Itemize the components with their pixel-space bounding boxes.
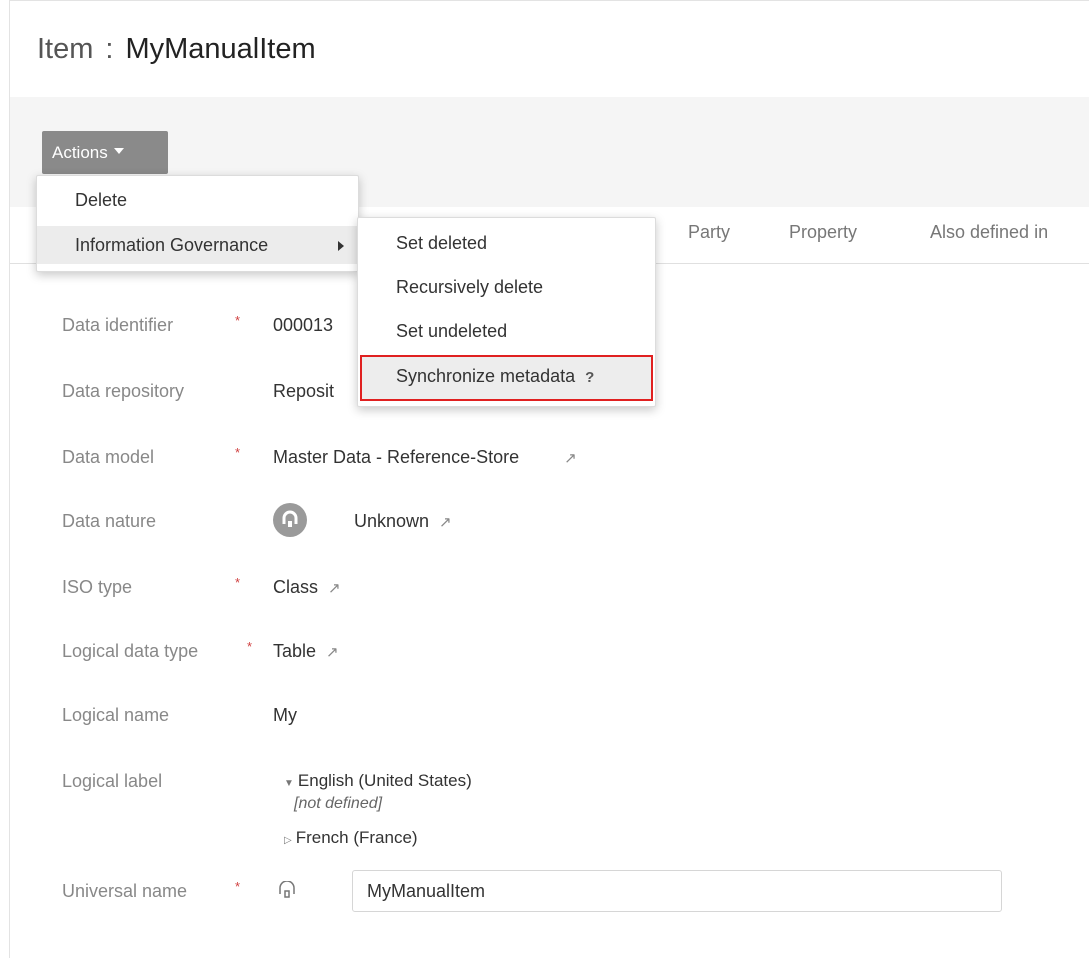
item-name: MyManualItem bbox=[125, 33, 316, 65]
page-header: Item: MyManualItem bbox=[10, 1, 1089, 98]
english-label-value: [not defined] bbox=[294, 795, 383, 812]
data-nature-label: Data nature bbox=[62, 511, 157, 531]
menu-item-delete[interactable]: Delete bbox=[37, 181, 358, 219]
logical-data-type-value: Table ↗ bbox=[273, 641, 339, 662]
logical-name-value: My bbox=[273, 705, 297, 725]
tab-party[interactable]: Party bbox=[688, 222, 730, 243]
external-link-icon[interactable]: ↗ bbox=[326, 643, 339, 661]
iso-type-label: ISO type bbox=[62, 577, 133, 597]
logical-data-type-label: Logical data type bbox=[62, 641, 199, 661]
required-mark: * bbox=[235, 879, 241, 894]
submenu-item-set-deleted-label: Set deleted bbox=[396, 233, 488, 253]
required-mark: * bbox=[247, 639, 253, 654]
submenu-item-set-deleted[interactable]: Set deleted bbox=[358, 223, 655, 263]
collapsed-triangle-icon: ▷ bbox=[284, 835, 292, 846]
universal-name-input[interactable] bbox=[352, 870, 1002, 912]
page-title: Item: MyManualItem bbox=[37, 29, 316, 69]
required-mark: * bbox=[235, 575, 241, 590]
submenu-item-synchronize-metadata[interactable]: Synchronize metadata? bbox=[360, 355, 653, 401]
expanded-triangle-icon: ▼ bbox=[284, 778, 294, 789]
tab-also-defined-in[interactable]: Also defined in bbox=[930, 222, 1048, 243]
universal-name-label: Universal name bbox=[62, 881, 188, 901]
data-nature-text: Unknown bbox=[354, 511, 430, 531]
external-link-icon[interactable]: ↗ bbox=[439, 513, 452, 531]
title-prefix: Item bbox=[37, 33, 94, 65]
caret-down-icon bbox=[113, 148, 124, 155]
actions-menu: Delete Information Governance bbox=[36, 175, 359, 272]
logical-name-label: Logical name bbox=[62, 705, 170, 725]
language-french-name: French (France) bbox=[295, 828, 418, 847]
information-governance-submenu: Set deleted Recursively delete Set undel… bbox=[357, 217, 656, 407]
menu-item-information-governance[interactable]: Information Governance bbox=[37, 226, 358, 264]
submenu-item-recursively-delete-label: Recursively delete bbox=[396, 277, 544, 297]
data-identifier-value: 000013 bbox=[273, 315, 334, 335]
title-separator: : bbox=[105, 33, 114, 65]
external-link-icon[interactable]: ↗ bbox=[328, 579, 341, 597]
help-icon[interactable]: ? bbox=[585, 369, 594, 386]
required-mark: * bbox=[235, 313, 241, 328]
submenu-item-set-undeleted[interactable]: Set undeleted bbox=[358, 311, 655, 351]
language-english[interactable]: ▼ English (United States) bbox=[284, 771, 472, 791]
actions-label: Actions bbox=[52, 142, 108, 162]
language-english-name: English (United States) bbox=[297, 771, 472, 790]
data-repository-label: Data repository bbox=[62, 381, 185, 401]
menu-item-information-governance-label: Information Governance bbox=[75, 235, 269, 255]
menu-item-delete-label: Delete bbox=[75, 190, 128, 210]
item-page: Item: MyManualItem Actions Party Property… bbox=[9, 0, 1089, 958]
data-identifier-label: Data identifier bbox=[62, 315, 174, 335]
actions-button[interactable]: Actions bbox=[42, 131, 168, 174]
submenu-arrow-icon bbox=[338, 241, 344, 251]
data-nature-value: Unknown ↗ bbox=[354, 511, 452, 532]
iso-type-text: Class bbox=[273, 577, 319, 597]
submenu-item-set-undeleted-label: Set undeleted bbox=[396, 321, 508, 341]
tab-property[interactable]: Property bbox=[789, 222, 857, 243]
data-model-value: Master Data - Reference-Store ↗ bbox=[273, 447, 577, 468]
universal-name-icon bbox=[278, 880, 296, 904]
submenu-item-recursively-delete[interactable]: Recursively delete bbox=[358, 267, 655, 307]
submenu-item-synchronize-metadata-label: Synchronize metadata bbox=[396, 366, 576, 386]
external-link-icon[interactable]: ↗ bbox=[564, 449, 577, 467]
iso-type-value: Class ↗ bbox=[273, 577, 341, 598]
logical-data-type-text: Table bbox=[273, 641, 317, 661]
data-model-label: Data model bbox=[62, 447, 155, 467]
unknown-nature-icon bbox=[273, 503, 307, 537]
data-model-text: Master Data - Reference-Store bbox=[273, 447, 520, 467]
logical-label-label: Logical label bbox=[62, 771, 163, 791]
required-mark: * bbox=[235, 445, 241, 460]
language-french[interactable]: ▷ French (France) bbox=[284, 828, 418, 848]
data-repository-value: Reposit bbox=[273, 381, 335, 401]
